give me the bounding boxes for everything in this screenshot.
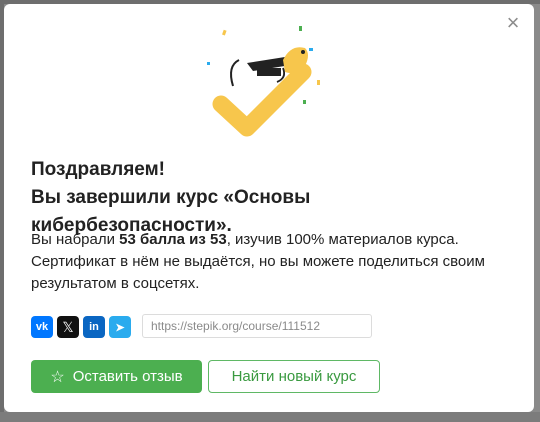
telegram-share-icon[interactable]: ➤	[109, 316, 131, 338]
leave-review-button[interactable]: ☆ Оставить отзыв	[31, 360, 202, 393]
vk-share-icon[interactable]: vk	[31, 316, 53, 338]
score: 53 балла из 53	[119, 231, 227, 248]
find-new-course-button[interactable]: Найти новый курс	[208, 360, 380, 393]
congrats-title: Поздравляем! Вы завершили курс «Основы к…	[31, 156, 511, 240]
course-link-field[interactable]	[142, 314, 372, 338]
graduation-check-illustration	[207, 26, 320, 137]
share-bar: vk 𝕏 in ➤	[31, 315, 135, 339]
linkedin-share-icon[interactable]: in	[83, 316, 105, 338]
text-suffix: , изучив 100% материалов курса.	[226, 231, 459, 248]
find-new-course-label: Найти новый курс	[231, 368, 357, 385]
backdrop	[0, 412, 540, 422]
result-text: Вы набрали 53 балла из 53, изучив 100% м…	[31, 229, 501, 295]
star-icon: ☆	[50, 368, 65, 386]
text-prefix: Вы набрали	[31, 231, 120, 248]
leave-review-label: Оставить отзыв	[72, 368, 183, 385]
close-icon[interactable]: ×	[502, 12, 524, 34]
text-line-2: Сертификат в нём не выдаётся, но вы може…	[31, 253, 485, 270]
completion-modal: × Поздравляем! Вы завершили курс «Основы…	[4, 4, 534, 412]
x-share-icon[interactable]: 𝕏	[57, 316, 79, 338]
text-line-3: результатом в соцсетях.	[31, 275, 200, 292]
title-line-1: Поздравляем!	[31, 159, 165, 180]
